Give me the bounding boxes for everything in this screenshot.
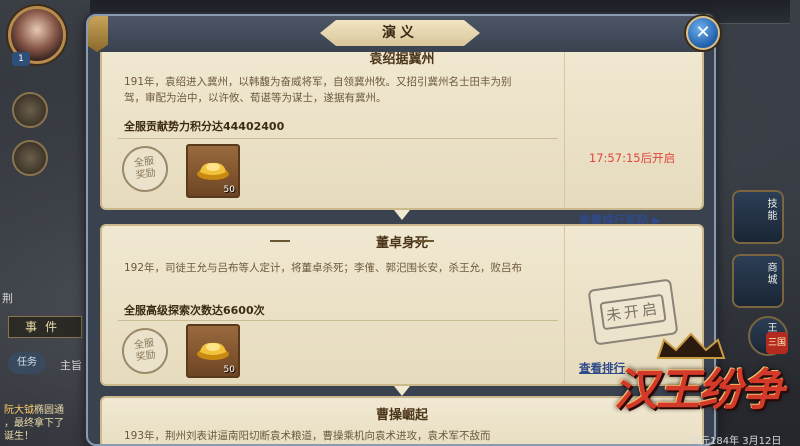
gold-ingot-icon <box>197 342 229 360</box>
task-name-label: 主旨 <box>60 359 82 372</box>
card-divider <box>118 138 558 139</box>
event-description: 191年，袁绍进入冀州，以韩馥为奋威将军，自领冀州牧。又招引冀州名士田丰为别驾，… <box>124 76 512 104</box>
event-condition: 全服高级探索次数达6600次 <box>124 304 265 317</box>
event-description: 193年，荆州刘表讲逼南阳切断袁术粮道，曹操乘机向袁术进攻，袁术军不敌而 <box>124 430 491 442</box>
event-card: 袁绍据冀州 191年，袁绍进入冀州，以韩馥为奋威将军，自领冀州牧。又招引冀州名士… <box>100 52 704 227</box>
skills-button[interactable]: 技能 <box>732 190 784 244</box>
reward-item[interactable]: 50 <box>186 144 240 198</box>
chat-highlight-name: 阮大钺 <box>4 405 34 416</box>
card-connector <box>394 210 410 220</box>
logo-badge: 三国 <box>766 332 788 354</box>
shop-button[interactable]: 商城 <box>732 254 784 308</box>
countdown-timer: 17:57:15后开启 <box>588 151 676 165</box>
reward-count: 50 <box>223 365 235 375</box>
corner-flag-decoration <box>88 16 108 52</box>
chat-line-2: ，最终拿下了 <box>4 418 64 429</box>
chat-line-1: 椭圆通 <box>34 405 64 416</box>
close-button[interactable]: ✕ <box>686 16 720 50</box>
server-reward-stamp: 全服 奖励 <box>119 143 171 195</box>
title-ornament-right <box>414 240 434 242</box>
logo-text: 汉王纷争 <box>614 365 784 416</box>
card-divider <box>118 320 558 321</box>
avatar-level-badge: 1 <box>12 52 30 66</box>
modal-title: 演义 <box>382 25 418 41</box>
chat-line-3: 诞生！ <box>4 431 34 442</box>
event-description: 192年，司徒王允与吕布等人定计，将董卓杀死；李傕、郭汜围长安，杀王允，败吕布 <box>124 262 523 274</box>
event-condition: 全服贡献势力积分达44402400 <box>124 120 285 133</box>
reward-item[interactable]: 50 <box>186 324 240 378</box>
task-tab-button[interactable]: 任务 <box>8 352 46 374</box>
game-logo: 三国 汉王纷争 <box>606 332 792 428</box>
server-reward-stamp: 全服 奖励 <box>119 325 171 377</box>
shop-button-label: 商城 <box>765 262 776 286</box>
gold-ingot-icon <box>197 162 229 180</box>
close-icon: ✕ <box>695 22 711 43</box>
left-menu-icon-1[interactable] <box>12 92 48 128</box>
not-open-stamp-text: 未开启 <box>599 293 667 331</box>
skills-button-label: 技能 <box>765 198 776 222</box>
left-menu-icon-2[interactable] <box>12 140 48 176</box>
left-region-text: 荆 <box>2 292 13 305</box>
chat-log: 阮大钺椭圆通 ，最终拿下了 诞生！ <box>4 404 94 443</box>
reward-count: 50 <box>223 185 235 195</box>
game-date: 公元184年 3月12日 <box>690 436 782 446</box>
card-connector <box>394 386 410 396</box>
event-tab-button[interactable]: 事件 <box>8 316 82 338</box>
event-side-panel: 17:57:15后开启 查看排行奖励 ▶ <box>564 52 702 227</box>
